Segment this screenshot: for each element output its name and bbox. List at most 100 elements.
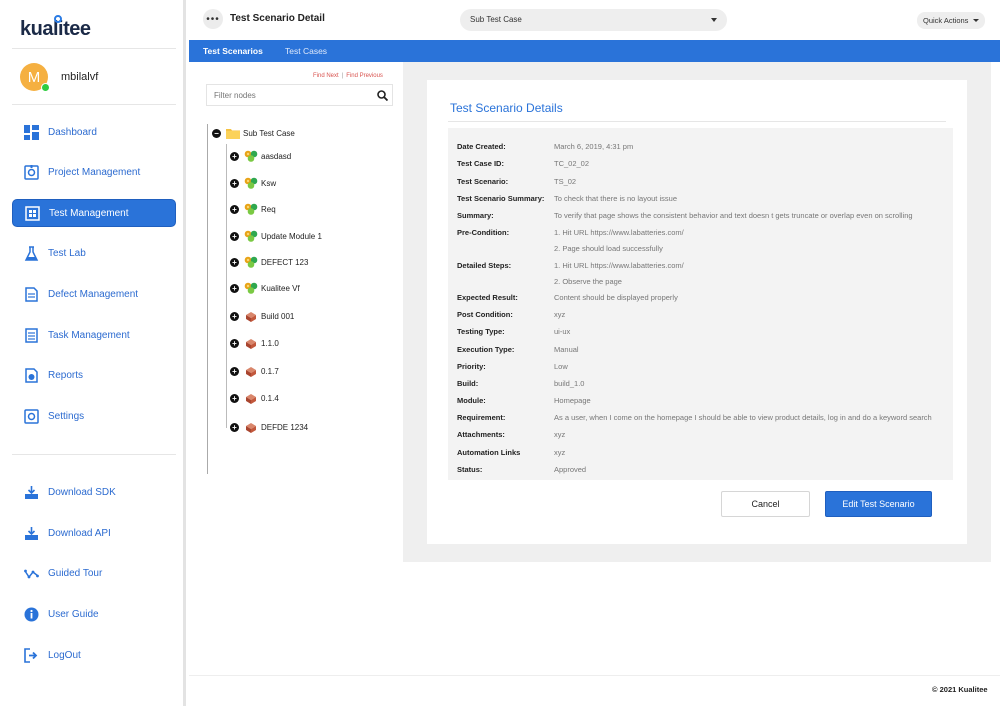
sidebar-item-task-management[interactable]: Task Management bbox=[12, 321, 176, 349]
tree-node[interactable]: + Req bbox=[230, 203, 276, 215]
sidebar: kualitee M mbilalvf Dashboard Project Ma… bbox=[0, 0, 186, 706]
kualitee-logo[interactable]: kualitee bbox=[20, 15, 91, 41]
expand-icon[interactable]: + bbox=[230, 366, 239, 376]
detail-label: Test Scenario Summary: bbox=[457, 194, 545, 203]
detail-value: Low bbox=[554, 362, 568, 371]
tab-test-scenarios[interactable]: Test Scenarios bbox=[203, 40, 263, 62]
sidebar-item-project-management[interactable]: Project Management bbox=[12, 158, 176, 186]
expand-icon[interactable]: + bbox=[230, 231, 239, 241]
detail-label: Status: bbox=[457, 465, 483, 474]
online-status-icon bbox=[41, 83, 50, 92]
tour-icon bbox=[23, 565, 39, 581]
expand-icon[interactable]: + bbox=[230, 338, 239, 348]
detail-value-line-2: 2. Observe the page bbox=[554, 277, 622, 286]
sidebar-item-reports[interactable]: Reports bbox=[12, 361, 176, 389]
edit-test-scenario-button[interactable]: Edit Test Scenario bbox=[825, 491, 932, 517]
tree-guide-line bbox=[207, 124, 208, 474]
tree-node[interactable]: + aasdasd bbox=[230, 150, 291, 162]
tree-node[interactable]: +0.1.4 bbox=[230, 392, 279, 404]
detail-label: Post Condition: bbox=[457, 310, 513, 319]
expand-icon[interactable]: + bbox=[230, 311, 239, 321]
filter-nodes-input[interactable] bbox=[206, 84, 393, 106]
detail-label: Execution Type: bbox=[457, 345, 515, 354]
footer-divider bbox=[189, 675, 1000, 676]
tree-root-node[interactable]: − Sub Test Case bbox=[212, 127, 295, 139]
expand-icon[interactable]: + bbox=[230, 151, 239, 161]
tree-node[interactable]: + Build 001 bbox=[230, 310, 294, 322]
sidebar-item-guided-tour[interactable]: Guided Tour bbox=[12, 559, 176, 587]
sidebar-item-dashboard[interactable]: Dashboard bbox=[12, 118, 176, 146]
copyright: © 2021 Kualitee bbox=[932, 685, 988, 694]
sidebar-item-label: Settings bbox=[48, 410, 85, 422]
sidebar-item-label: Defect Management bbox=[48, 288, 139, 300]
detail-label: Attachments: bbox=[457, 430, 505, 439]
expand-icon[interactable]: + bbox=[230, 204, 239, 214]
username: mbilalvf bbox=[61, 71, 99, 83]
more-menu-button[interactable]: ••• bbox=[203, 9, 223, 29]
test-case-selector[interactable]: Sub Test Case bbox=[460, 9, 727, 31]
tab-test-cases[interactable]: Test Cases bbox=[285, 40, 327, 62]
detail-value: Approved bbox=[554, 465, 587, 474]
tree-node[interactable]: +1.1.0 bbox=[230, 337, 279, 349]
sidebar-item-defect-management[interactable]: Defect Management bbox=[12, 280, 176, 308]
expand-icon[interactable]: + bbox=[230, 178, 239, 188]
expand-icon[interactable]: + bbox=[230, 257, 239, 267]
tree-branch-line bbox=[226, 144, 227, 428]
chevron-down-icon bbox=[973, 19, 979, 22]
tree-node-label: aasdasd bbox=[261, 151, 292, 161]
detail-value: xyz bbox=[554, 310, 566, 319]
sidebar-item-download-api[interactable]: Download API bbox=[12, 519, 176, 547]
detail-value: 1. Hit URL https://www.labatteries.com/ bbox=[554, 261, 684, 270]
detail-label: Detailed Steps: bbox=[457, 261, 512, 270]
build-icon bbox=[246, 394, 256, 404]
module-icon bbox=[244, 282, 258, 294]
tree-node-label: Sub Test Case bbox=[243, 128, 295, 138]
tree-node-label: 0.1.7 bbox=[261, 366, 279, 376]
sidebar-item-test-management[interactable]: Test Management bbox=[12, 199, 176, 227]
sidebar-item-download-sdk[interactable]: Download SDK bbox=[12, 478, 176, 506]
top-bar: ••• Test Scenario Detail Sub Test Case Q… bbox=[189, 0, 1000, 40]
module-icon bbox=[244, 256, 258, 268]
detail-value: Content should be displayed properly bbox=[554, 293, 678, 302]
detail-label: Expected Result: bbox=[457, 293, 518, 302]
tree-node[interactable]: + DEFECT 123 bbox=[230, 256, 308, 268]
build-icon bbox=[246, 312, 256, 322]
tree-node-label: Update Module 1 bbox=[261, 231, 322, 241]
tree-node-label: Kualitee Vf bbox=[261, 283, 300, 293]
tree-node[interactable]: + Kualitee Vf bbox=[230, 282, 300, 294]
detail-label: Summary: bbox=[457, 211, 494, 220]
sidebar-item-settings[interactable]: Settings bbox=[12, 402, 176, 430]
sidebar-item-label: Task Management bbox=[48, 329, 130, 341]
find-previous-link[interactable]: Find Previous bbox=[346, 73, 383, 79]
project-icon bbox=[23, 164, 39, 180]
expand-icon[interactable]: + bbox=[230, 422, 239, 432]
detail-value: March 6, 2019, 4:31 pm bbox=[554, 142, 634, 151]
module-icon bbox=[244, 230, 258, 242]
collapse-icon[interactable]: − bbox=[212, 128, 221, 138]
sidebar-divider bbox=[12, 454, 176, 455]
sidebar-item-test-lab[interactable]: Test Lab bbox=[12, 239, 176, 267]
tree-node[interactable]: + Update Module 1 bbox=[230, 230, 322, 242]
detail-label: Test Scenario: bbox=[457, 177, 509, 186]
detail-value: To check that there is no layout issue bbox=[554, 194, 677, 203]
tree-node[interactable]: + DEFDE 1234 bbox=[230, 421, 308, 433]
sidebar-item-logout[interactable]: LogOut bbox=[12, 641, 176, 669]
sidebar-item-label: Guided Tour bbox=[48, 567, 103, 579]
detail-value: Homepage bbox=[554, 396, 591, 405]
user-profile[interactable]: M mbilalvf bbox=[20, 62, 98, 92]
search-icon[interactable] bbox=[377, 90, 388, 101]
avatar[interactable]: M bbox=[20, 63, 50, 92]
detail-label: Build: bbox=[457, 379, 479, 388]
detail-value: Manual bbox=[554, 345, 579, 354]
cancel-button[interactable]: Cancel bbox=[721, 491, 810, 517]
expand-icon[interactable]: + bbox=[230, 393, 239, 403]
tree-node[interactable]: + Ksw bbox=[230, 177, 276, 189]
expand-icon[interactable]: + bbox=[230, 283, 239, 293]
sidebar-item-user-guide[interactable]: User Guide bbox=[12, 600, 176, 628]
quick-actions-dropdown[interactable]: Quick Actions bbox=[917, 12, 985, 29]
selector-value: Sub Test Case bbox=[470, 15, 522, 24]
detail-value: xyz bbox=[554, 430, 566, 439]
find-next-link[interactable]: Find Next bbox=[313, 73, 339, 79]
detail-value-line-2: 2. Page should load successfully bbox=[554, 244, 663, 253]
tree-node[interactable]: +0.1.7 bbox=[230, 365, 279, 377]
